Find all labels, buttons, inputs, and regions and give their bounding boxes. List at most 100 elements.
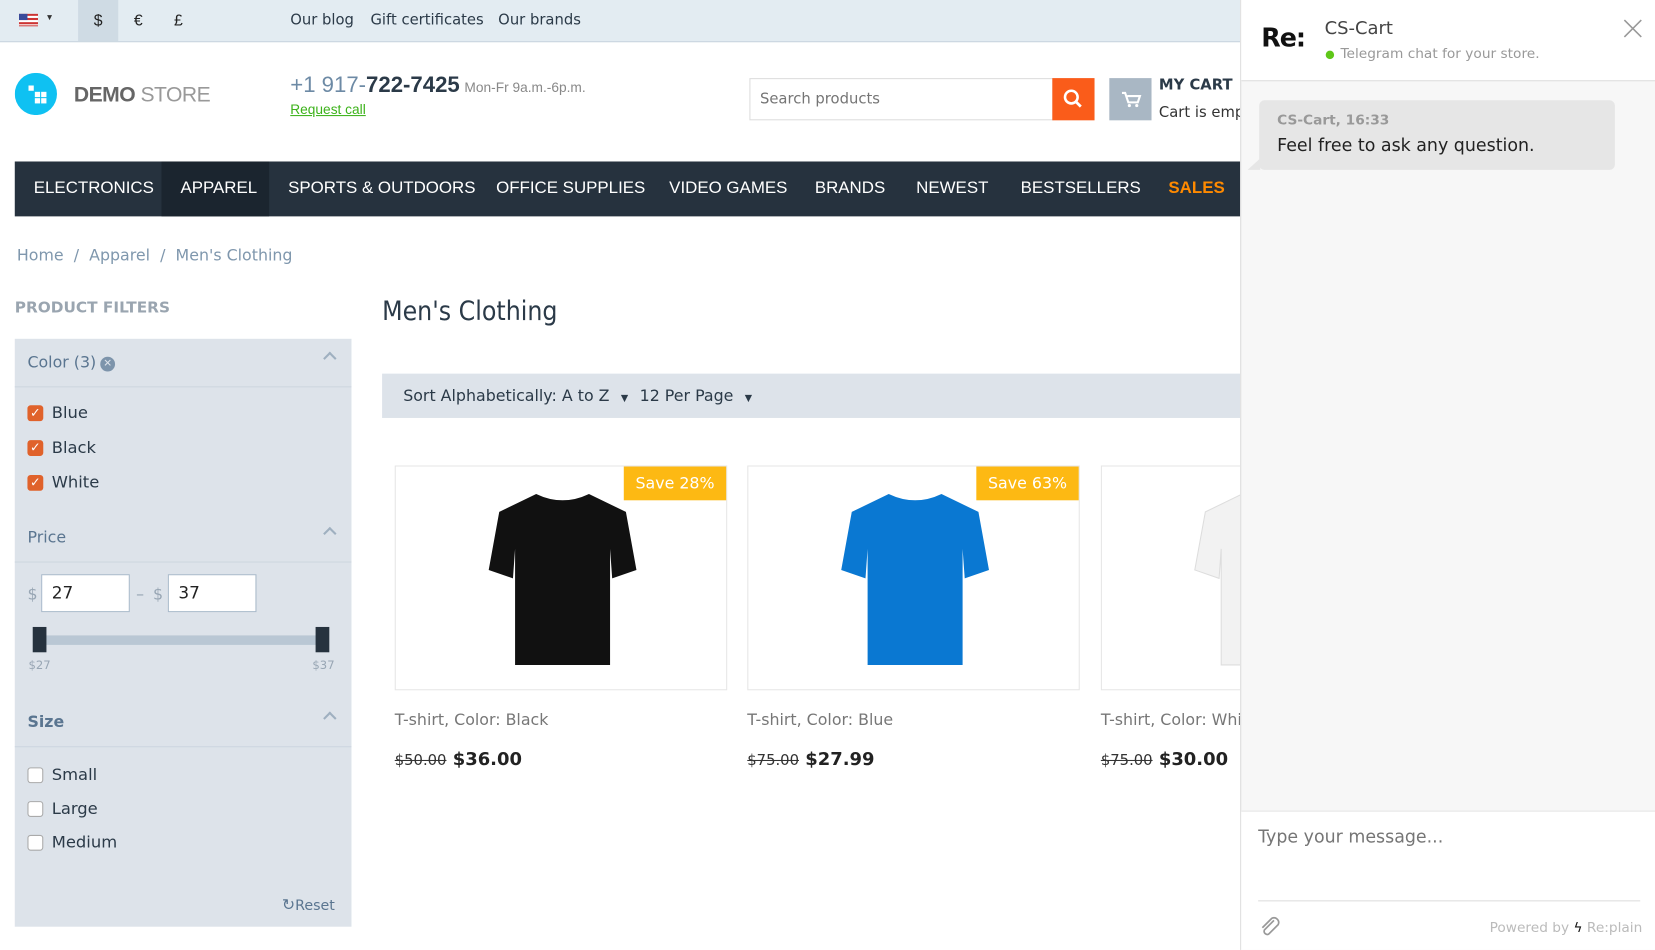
option-blue[interactable]: Blue xyxy=(52,403,88,422)
checkbox-blue[interactable]: ✓ xyxy=(27,405,44,422)
sort-label: Sort Alphabetically: A to Z xyxy=(403,386,610,406)
chat-input-area: Powered by ϟ Re:plain xyxy=(1241,810,1655,950)
language-selector[interactable]: ▼ xyxy=(18,13,55,30)
product-card[interactable] xyxy=(1100,465,1241,691)
price-slider-track[interactable] xyxy=(37,635,326,645)
link-brands[interactable]: Our brands xyxy=(498,12,581,29)
reset-icon: ↻ xyxy=(281,895,296,915)
nav-office-supplies[interactable]: OFFICE SUPPLIES xyxy=(477,161,664,216)
breadcrumb-current: Men's Clothing xyxy=(175,245,293,265)
nav-newest[interactable]: NEWEST xyxy=(897,161,1007,216)
currency-eur[interactable]: € xyxy=(118,0,158,41)
main-nav: ELECTRONICS APPAREL SPORTS & OUTDOORS OF… xyxy=(14,161,1241,217)
currency-symbol: $ xyxy=(27,584,38,604)
price-min-input[interactable]: 27 xyxy=(41,574,130,613)
paperclip-icon[interactable] xyxy=(1258,915,1281,938)
request-call-link[interactable]: Request call xyxy=(290,101,366,117)
option-medium[interactable]: Medium xyxy=(52,833,117,852)
nav-bestsellers[interactable]: BESTSELLERS xyxy=(1002,161,1160,216)
per-page-dropdown[interactable]: 12 Per Page ▼ xyxy=(640,386,752,405)
chat-message: CS-Cart, 16:33 Feel free to ask any ques… xyxy=(1259,100,1615,170)
chat-subtitle: Telegram chat for your store. xyxy=(1340,46,1540,63)
checkbox-white[interactable]: ✓ xyxy=(27,474,44,491)
breadcrumb-home[interactable]: Home xyxy=(17,246,64,265)
link-blog[interactable]: Our blog xyxy=(290,12,354,29)
close-icon[interactable] xyxy=(1623,19,1642,38)
range-dash: – xyxy=(136,584,145,604)
powered-by[interactable]: Powered by ϟ Re:plain xyxy=(1490,920,1643,936)
price-min-label: $27 xyxy=(28,658,51,673)
price-max-input[interactable]: 37 xyxy=(167,574,257,613)
chevron-up-icon xyxy=(323,711,337,725)
checkbox-large[interactable] xyxy=(27,801,44,817)
product-price: $50.00 $36.00 xyxy=(395,749,522,770)
replain-brand: Re:plain xyxy=(1586,920,1643,937)
checkbox-medium[interactable] xyxy=(27,834,44,851)
current-price: $30.00 xyxy=(1158,749,1229,771)
breadcrumb-apparel[interactable]: Apparel xyxy=(89,246,150,265)
option-small[interactable]: Small xyxy=(52,765,97,784)
per-page-label: 12 Per Page xyxy=(639,386,734,406)
price-max-label: $37 xyxy=(312,658,335,673)
hours: Mon-Fr 9a.m.-6p.m. xyxy=(464,79,586,95)
filters-panel: Color (3) ✕ ✓ Blue ✓ Black ✓ White Price… xyxy=(14,338,352,927)
currency-usd[interactable]: $ xyxy=(78,0,119,42)
nav-sports-outdoors[interactable]: SPORTS & OUTDOORS xyxy=(269,161,494,216)
currency-gbp[interactable]: £ xyxy=(158,0,198,41)
chevron-up-icon xyxy=(323,351,337,366)
option-black[interactable]: Black xyxy=(52,438,96,457)
size-filter-label: Size xyxy=(27,712,65,732)
nav-video-games[interactable]: VIDEO GAMES xyxy=(650,161,806,216)
option-large[interactable]: Large xyxy=(52,799,98,818)
product-name[interactable]: T-shirt, Color: Blue xyxy=(747,710,893,729)
checkbox-black[interactable]: ✓ xyxy=(27,440,44,456)
sort-dropdown[interactable]: Sort Alphabetically: A to Z ▼ xyxy=(403,386,628,405)
nav-apparel[interactable]: APPAREL xyxy=(161,161,270,217)
cart-button[interactable] xyxy=(1109,78,1152,121)
phone-number: 722-7425 xyxy=(366,72,460,98)
caret-down-icon: ▼ xyxy=(620,393,629,405)
option-white[interactable]: White xyxy=(52,473,100,492)
price-filter-header[interactable]: Price xyxy=(14,514,352,563)
nav-brands[interactable]: BRANDS xyxy=(796,161,904,216)
logo-bold: DEMO xyxy=(73,83,136,107)
product-price: $75.00 $30.00 xyxy=(1101,749,1228,770)
clear-filter-icon[interactable]: ✕ xyxy=(100,356,116,372)
nav-sales[interactable]: SALES xyxy=(1149,161,1240,216)
search-button[interactable] xyxy=(1052,78,1095,121)
nav-electronics[interactable]: ELECTRONICS xyxy=(15,161,173,216)
tshirt-image xyxy=(488,493,636,665)
product-name[interactable]: T-shirt, Color: White xyxy=(1101,710,1240,729)
tshirt-image xyxy=(840,493,989,665)
cart-title[interactable]: MY CART xyxy=(1159,77,1233,94)
product-card[interactable]: Save 63% xyxy=(747,465,1080,691)
reset-button[interactable]: ↻Reset xyxy=(282,895,335,914)
discount-badge: Save 28% xyxy=(623,466,727,501)
logo[interactable]: DEMO STORE xyxy=(14,72,226,117)
checkbox-small[interactable] xyxy=(27,767,44,784)
online-status-dot xyxy=(1325,50,1335,60)
link-gift-certificates[interactable]: Gift certificates xyxy=(370,12,483,29)
message-meta: CS-Cart, 16:33 xyxy=(1277,112,1390,129)
search-input[interactable] xyxy=(749,78,1054,121)
old-price: $75.00 xyxy=(1100,752,1153,770)
us-flag-icon xyxy=(18,13,38,27)
tshirt-image xyxy=(1193,494,1241,666)
product-card[interactable]: Save 28% xyxy=(394,465,728,691)
sort-bar: Sort Alphabetically: A to Z ▼ 12 Per Pag… xyxy=(382,373,1241,418)
color-filter-header[interactable]: Color (3) ✕ xyxy=(14,339,352,388)
price-slider-max-handle[interactable] xyxy=(315,626,330,653)
message-input[interactable] xyxy=(1258,826,1639,890)
cart-status: Cart is empty xyxy=(1158,104,1240,122)
replain-logo: Re: xyxy=(1261,23,1306,53)
logo-icon xyxy=(14,72,57,116)
phone: +1 917-722-7425 Mon-Fr 9a.m.-6p.m. xyxy=(290,73,585,98)
current-price: $36.00 xyxy=(452,749,522,771)
old-price: $50.00 xyxy=(394,752,447,770)
size-filter-header[interactable]: Size xyxy=(14,699,352,748)
price-slider-min-handle[interactable] xyxy=(32,626,47,653)
discount-badge: Save 63% xyxy=(976,466,1079,501)
chat-widget: Re: CS-Cart Telegram chat for your store… xyxy=(1240,0,1655,950)
chat-title: CS-Cart xyxy=(1324,17,1393,40)
product-name[interactable]: T-shirt, Color: Black xyxy=(395,710,549,729)
